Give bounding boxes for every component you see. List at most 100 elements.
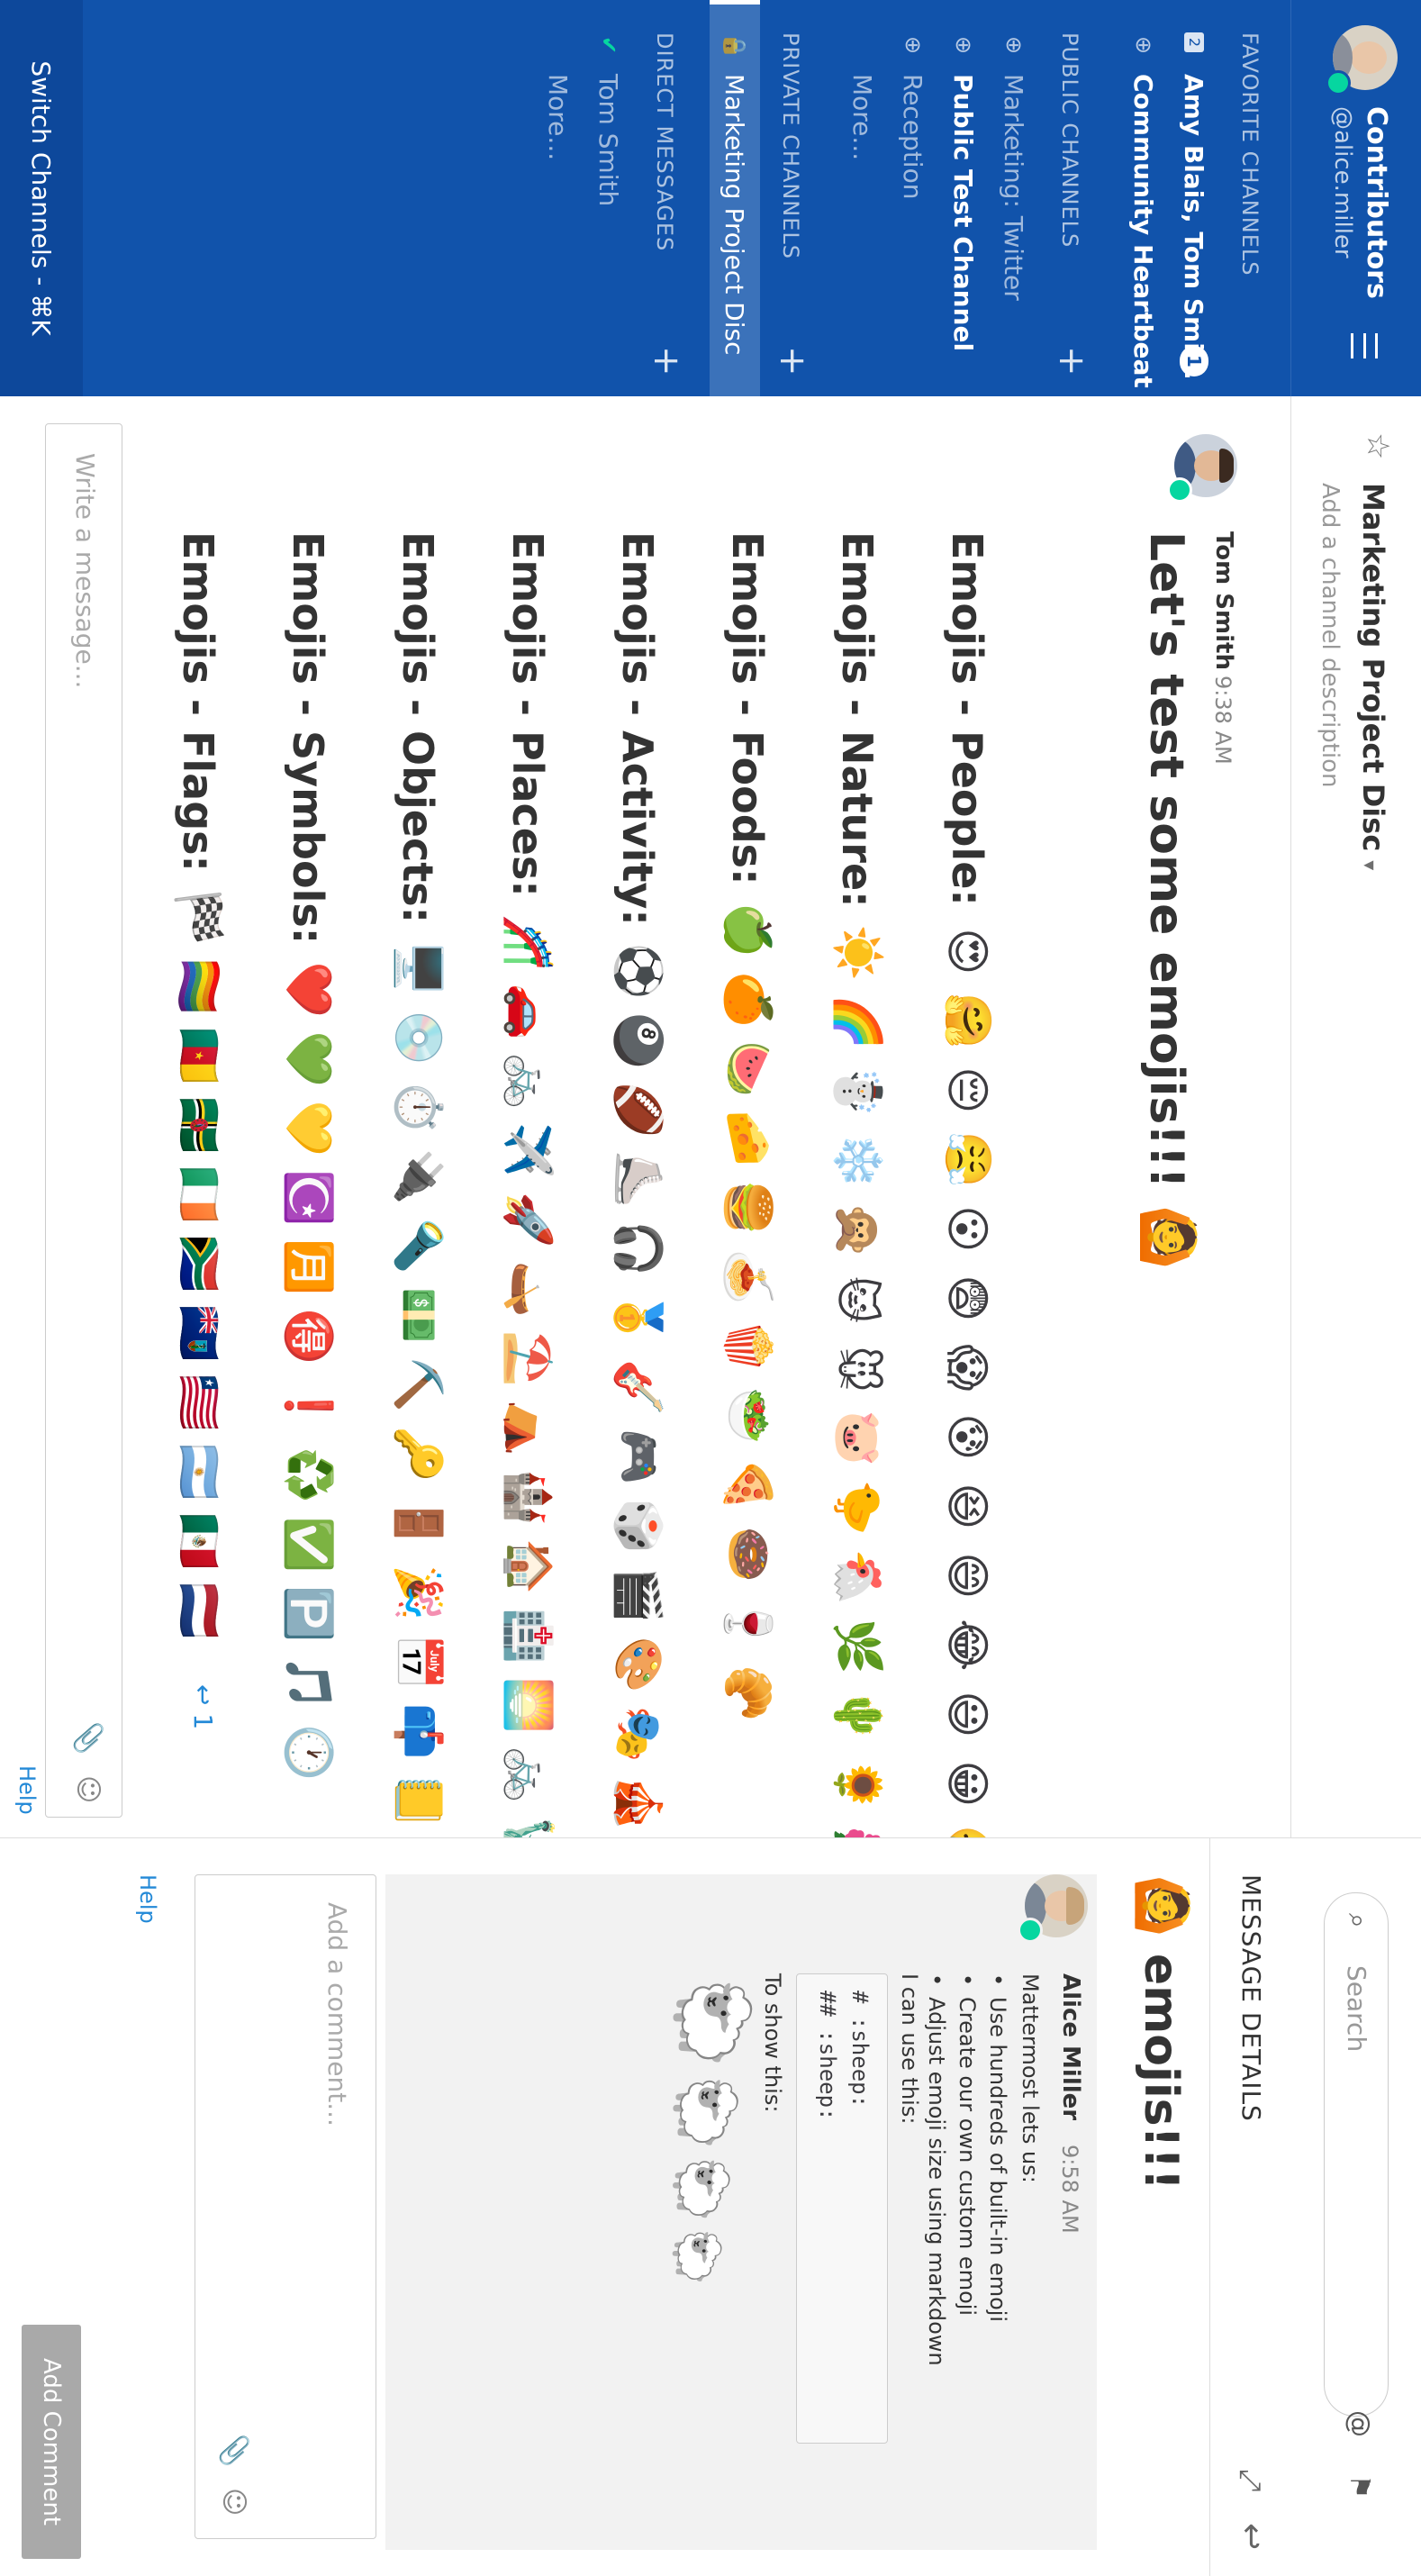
sidebar-item-label: Marketing Project Disc xyxy=(720,74,750,356)
emoji: ✈️ xyxy=(502,1122,555,1179)
sidebar-item-label: Community Heartbeat xyxy=(1128,74,1159,388)
sidebar-item-community-heartbeat[interactable]: ⊕ Community Heartbeat xyxy=(1118,0,1169,396)
sidebar: Contributors @alice.miller FAVORITE CHAN… xyxy=(0,0,1421,396)
reply-intro: Mattermost lets us: xyxy=(1018,1973,1043,2183)
sidebar-item-label: Tom Smith xyxy=(593,74,624,207)
emoji: 😤 xyxy=(942,1131,994,1188)
message-input[interactable]: Write a message... 📎 ☺ xyxy=(45,423,122,1818)
emoji-row-label: Emojis - Foods: xyxy=(723,531,773,885)
emoji-picker-icon[interactable]: ☺ xyxy=(218,2488,249,2516)
emoji: 🥐 xyxy=(722,1664,774,1722)
emoji: 📅 xyxy=(393,1634,445,1691)
emoji: 💛 xyxy=(283,1100,335,1156)
reply-time[interactable]: 9:58 AM xyxy=(1057,2145,1082,2234)
sidebar-item-public-test-channel[interactable]: ⊕ Public Test Channel xyxy=(938,0,989,396)
sidebar-item-tom-smith[interactable]: ✔ Tom Smith xyxy=(584,0,634,396)
sidebar-more-public[interactable]: More... xyxy=(837,0,888,396)
at-mention-icon[interactable]: @ xyxy=(1327,2406,1390,2442)
emoji: 🎭 xyxy=(612,1706,665,1763)
channel-description[interactable]: Add a channel description xyxy=(1317,483,1344,788)
paperclip-icon[interactable]: 📎 xyxy=(218,2434,249,2467)
emoji: 🧀 xyxy=(722,1110,774,1167)
help-link[interactable]: Help xyxy=(14,1765,40,1815)
person-gesturing-ok-emoji: 🙆 xyxy=(1138,1204,1199,1270)
emoji: 📒 xyxy=(393,1773,445,1829)
reply-count-link[interactable]: ↩ 1 xyxy=(188,1684,218,1729)
emoji: 🅿️ xyxy=(283,1585,335,1642)
rhs-title: MESSAGE DETAILS xyxy=(1236,1874,1266,2122)
emoji: 🉐 xyxy=(283,1308,335,1365)
post-title-text: Let's test some emojis!!! xyxy=(1139,531,1193,1189)
star-icon[interactable]: ☆ xyxy=(1360,432,1396,459)
sidebar-item-marketing-project-disc[interactable]: 🔒 Marketing Project Disc xyxy=(710,0,760,396)
sidebar-item-label: Marketing: Twitter xyxy=(999,74,1029,301)
emoji: 💿 xyxy=(393,1010,445,1066)
expand-icon[interactable]: ⤢ xyxy=(1233,2469,1268,2492)
private-section-title: PRIVATE CHANNELS xyxy=(778,32,803,260)
sidebar-more-direct[interactable]: More... xyxy=(533,0,584,396)
emoji-row-label: Emojis - Objects: xyxy=(394,531,443,924)
emoji: 🇱🇷 xyxy=(173,1374,225,1431)
add-public-channel-icon[interactable]: + xyxy=(1051,346,1092,376)
help-link[interactable]: Help xyxy=(135,1874,160,1924)
emoji: 😄 xyxy=(941,1552,994,1600)
post-time[interactable]: 9:38 AM xyxy=(1210,676,1235,765)
emoji: 🍷 xyxy=(722,1595,774,1653)
back-icon[interactable]: ↩ xyxy=(1233,2523,1270,2550)
emoji: 😂 xyxy=(941,1619,994,1672)
sidebar-item-group-dm[interactable]: 2 Amy Blais, Tom Smi... 1 xyxy=(1169,0,1219,396)
emoji: 🌻 xyxy=(832,1756,884,1814)
emoji: 😮 xyxy=(941,1205,994,1253)
switch-channels-button[interactable]: Switch Channels - ⌘K xyxy=(0,0,83,396)
search-input[interactable]: ⌕ Search xyxy=(1324,1892,1389,2417)
emoji: ☪️ xyxy=(283,1169,335,1226)
emoji: 🎵 xyxy=(283,1655,335,1711)
sidebar-header: Contributors @alice.miller xyxy=(1290,0,1421,396)
emoji: 🍩 xyxy=(722,1526,774,1583)
emoji: 🍝 xyxy=(722,1248,774,1306)
comment-input-placeholder: Add a comment... xyxy=(322,1902,352,2127)
emoji: 📫 xyxy=(393,1703,445,1760)
emoji: ❤️ xyxy=(283,961,335,1018)
emoji: ⛸️ xyxy=(612,1151,665,1208)
flag-icon[interactable]: ⚑ xyxy=(1327,2469,1390,2505)
reply-author[interactable]: Alice Miller xyxy=(1057,1973,1084,2120)
emoji: 🐱 xyxy=(831,1276,884,1324)
emoji: 🤗 xyxy=(942,993,994,1049)
comment-input[interactable]: Add a comment... 📎 ☺ xyxy=(195,1874,376,2539)
post-author[interactable]: Tom Smith xyxy=(1210,531,1237,670)
emoji: 🐔 xyxy=(832,1548,884,1606)
add-private-channel-icon[interactable]: + xyxy=(772,346,813,376)
emoji: 🥇 xyxy=(612,1290,665,1347)
favorites-section-title: FAVORITE CHANNELS xyxy=(1237,32,1263,277)
code-line: ## :sheep: xyxy=(815,1991,840,2121)
emoji: 🐭 xyxy=(831,1345,884,1393)
emoji-row: Emojis - Flags: 🏁 🏳️‍🌈 🇨🇲 🇩🇲 🇮🇪 🇿🇦 🇲🇸 🇱🇷 🇦🇷 🇲🇽 🇳🇱 xyxy=(172,531,225,1646)
online-status-icon xyxy=(1326,70,1351,95)
team-name[interactable]: Contributors xyxy=(1361,106,1392,299)
sidebar-item-label: Amy Blais, Tom Smi... xyxy=(1179,74,1209,380)
emoji: 🍕 xyxy=(722,1456,774,1514)
emoji: 🇮🇪 xyxy=(173,1166,225,1223)
chevron-down-icon: ▾ xyxy=(1358,860,1380,871)
emoji: 🏠 xyxy=(502,1538,555,1595)
app-window: Contributors @alice.miller FAVORITE CHAN… xyxy=(0,0,1421,2576)
add-comment-button[interactable]: Add Comment xyxy=(22,2325,81,2559)
emoji: 🍊 xyxy=(722,971,774,1029)
rhs-top-bar: ⌕ Search @ ⚑ xyxy=(1291,1838,1421,2576)
paperclip-icon[interactable]: 📎 xyxy=(72,1721,104,1755)
emoji: ⏱️ xyxy=(393,1079,445,1136)
person-gesturing-ok-emoji: 🙆 xyxy=(1133,1874,1191,1937)
sidebar-item-reception[interactable]: ⊕ Reception xyxy=(888,0,938,396)
emoji: 🎪 xyxy=(612,1775,665,1832)
emoji-row: Emojis - Objects: 🖥️ 💿 ⏱️ 🔌 🔦 💵 ⛏️ 🔑 🚪 🎉 📅 📫 📒 xyxy=(392,531,445,1836)
hamburger-menu-icon[interactable] xyxy=(1351,333,1378,358)
add-direct-message-icon[interactable]: + xyxy=(646,346,687,376)
emoji-row-label: Emojis - Symbols: xyxy=(284,531,333,945)
emoji: 🎉 xyxy=(393,1565,445,1621)
channel-title[interactable]: Marketing Project Disc ▾ xyxy=(1356,483,1390,870)
emoji-picker-icon[interactable]: ☺ xyxy=(72,1775,104,1803)
mention-badge: 1 xyxy=(1180,346,1208,376)
sidebar-item-marketing-twitter[interactable]: ⊕ Marketing: Twitter xyxy=(989,0,1039,396)
emoji: 🇩🇲 xyxy=(173,1097,225,1154)
